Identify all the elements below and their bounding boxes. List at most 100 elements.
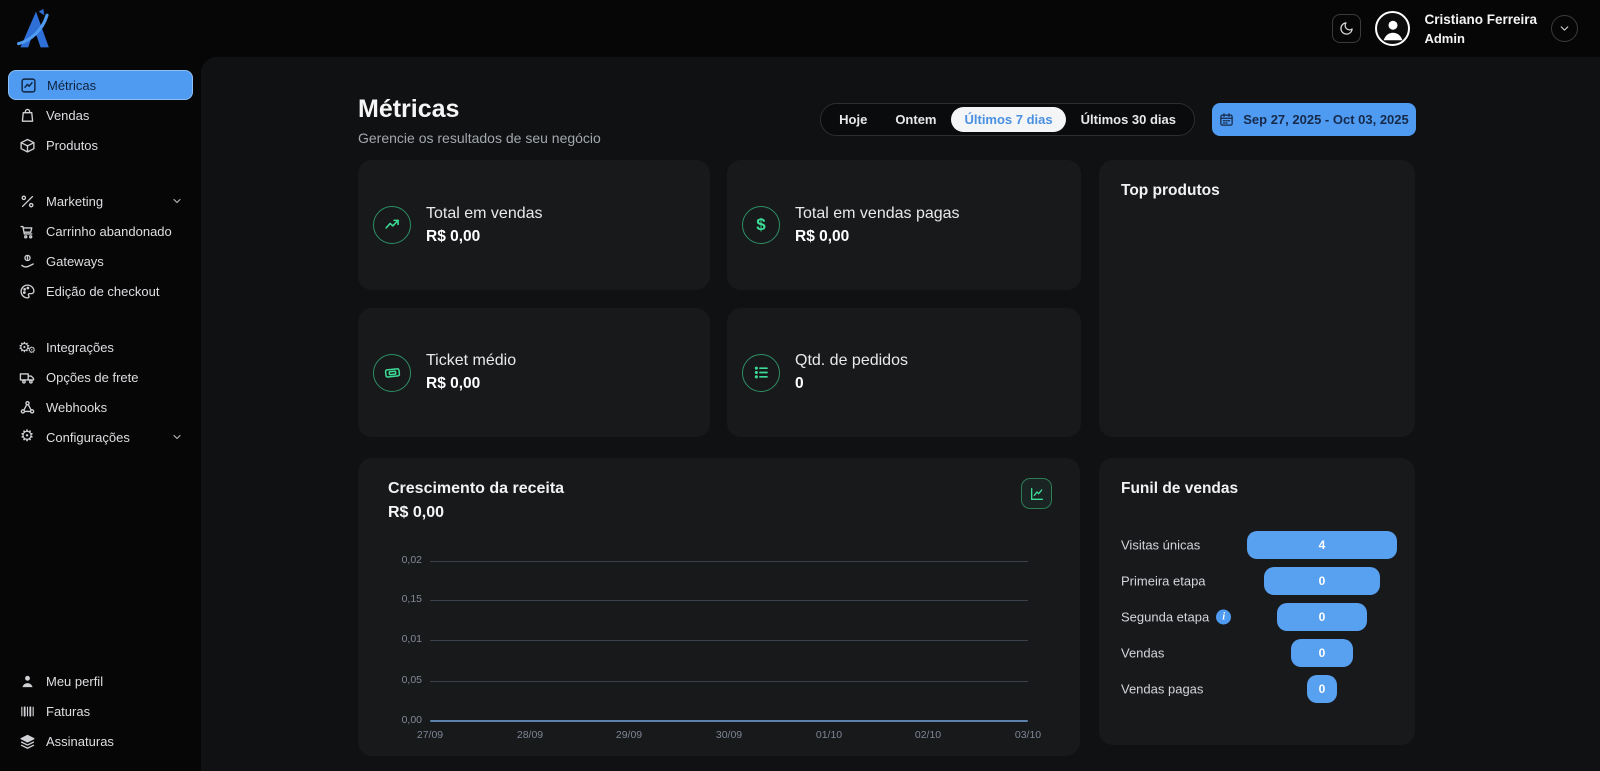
moon-icon [1340, 22, 1354, 35]
x-axis-tick: 03/10 [1014, 729, 1042, 741]
chart-type-button[interactable] [1021, 478, 1052, 509]
avg-ticket-card: Ticket médio R$ 0,00 [358, 308, 710, 437]
gridline [430, 640, 1028, 641]
x-axis-tick: 29/09 [615, 729, 643, 741]
metric-value: R$ 0,00 [795, 227, 850, 245]
sidebar-item-metricas[interactable]: Métricas [8, 70, 193, 100]
info-icon[interactable]: i [1216, 609, 1232, 625]
list-icon [742, 353, 780, 392]
sidebar-item-configuracoes[interactable]: ⚙ Configurações [8, 422, 193, 452]
user-info: Cristiano Ferreira Admin [1424, 10, 1537, 48]
sidebar-item-gateways[interactable]: Gateways [8, 246, 193, 276]
funnel-step-label: Visitas únicas [1121, 537, 1201, 553]
sidebar-item-produtos[interactable]: Produtos [8, 130, 193, 160]
y-axis-tick: 0,15 [401, 593, 422, 605]
chevron-down-icon [171, 195, 183, 207]
metric-value: 0 [795, 375, 804, 392]
user-role: Admin [1424, 30, 1465, 46]
filter-ontem-button[interactable]: Ontem [882, 107, 949, 132]
funnel-step-label: Vendas [1121, 645, 1165, 661]
sidebar-item-carrinho-abandonado[interactable]: Carrinho abandonado [8, 216, 193, 246]
chart-total-value: R$ 0,00 [388, 504, 445, 521]
sidebar-item-label: Integrações [46, 339, 114, 355]
sidebar-item-assinaturas[interactable]: Assinaturas [8, 726, 193, 756]
user-icon [18, 672, 36, 690]
percent-icon [18, 192, 36, 210]
app-logo-icon [17, 8, 49, 47]
layers-icon [18, 732, 36, 750]
funnel-title: Funil de vendas [1121, 480, 1239, 497]
sidebar-item-faturas[interactable]: Faturas [8, 696, 193, 726]
funnel-step-vendas: Vendas 0 [1099, 635, 1415, 671]
cart-icon [18, 222, 36, 240]
funnel-step-label: Vendas pagas [1121, 681, 1204, 697]
x-axis-tick: 30/09 [715, 729, 743, 741]
user-avatar[interactable] [1375, 11, 1411, 46]
y-axis-tick: 0,05 [401, 674, 422, 686]
funnel-bar: 0 [1264, 567, 1380, 595]
sidebar-item-label: Meu perfil [46, 673, 104, 689]
gears-icon: ⚙ ⚙ [18, 339, 36, 355]
dollar-icon: $ [742, 206, 780, 244]
sidebar-item-label: Gateways [46, 253, 104, 269]
metric-label: Qtd. de pedidos [795, 352, 908, 369]
sidebar-item-label: Marketing [46, 193, 104, 209]
sidebar-item-meu-perfil[interactable]: Meu perfil [8, 666, 193, 696]
orders-count-card: Qtd. de pedidos 0 [727, 308, 1081, 437]
webhook-icon [18, 398, 36, 416]
main-content: Métricas Gerencie os resultados de seu n… [201, 57, 1600, 771]
page-subtitle: Gerencie os resultados de seu negócio [358, 130, 601, 146]
sidebar-item-label: Configurações [46, 429, 130, 445]
barcode-icon [18, 702, 36, 720]
funnel-bar: 0 [1291, 639, 1353, 667]
theme-toggle-button[interactable] [1332, 14, 1362, 43]
line-chart-icon [1030, 487, 1043, 500]
funnel-bar: 0 [1277, 603, 1367, 631]
sidebar-item-label: Métricas [47, 77, 97, 93]
sidebar-item-label: Opções de frete [46, 369, 139, 385]
y-axis-tick: 0,02 [401, 554, 422, 566]
funnel-step-label-wrap: Segunda etapa i [1121, 609, 1232, 625]
date-range-label: Sep 27, 2025 - Oct 03, 2025 [1243, 112, 1409, 127]
sidebar-item-vendas[interactable]: Vendas [8, 100, 193, 130]
funnel-bar: 4 [1247, 531, 1397, 559]
filter-ultimos-7-dias-button[interactable]: Últimos 7 dias [951, 107, 1066, 132]
sidebar-item-integracoes[interactable]: ⚙ ⚙ Integrações [8, 332, 193, 362]
total-sales-card: Total em vendas R$ 0,00 [358, 160, 710, 290]
gridline [430, 600, 1028, 601]
top-products-card: Top produtos [1099, 160, 1415, 437]
metric-value: R$ 0,00 [426, 227, 481, 245]
sidebar-item-webhooks[interactable]: Webhooks [8, 392, 193, 422]
calendar-icon [1220, 113, 1233, 126]
user-menu-button[interactable] [1551, 15, 1578, 42]
ticket-icon [373, 353, 411, 392]
sidebar-item-edicao-de-checkout[interactable]: Edição de checkout [8, 276, 193, 306]
sidebar-item-marketing[interactable]: Marketing [8, 186, 193, 216]
funnel-step-visitas-unicas: Visitas únicas 4 [1099, 527, 1415, 563]
metric-label: Total em vendas [426, 204, 543, 222]
y-axis-tick: 0,01 [401, 633, 422, 645]
filter-ultimos-30-dias-button[interactable]: Últimos 30 dias [1068, 107, 1189, 132]
gridline [430, 681, 1028, 682]
truck-icon [18, 368, 36, 386]
sidebar-item-opcoes-de-frete[interactable]: Opções de frete [8, 362, 193, 392]
trending-up-icon [373, 206, 411, 244]
hand-dollar-icon [18, 252, 36, 270]
revenue-series-line [430, 720, 1028, 722]
x-axis-tick: 02/10 [914, 729, 942, 741]
date-range-button[interactable]: Sep 27, 2025 - Oct 03, 2025 [1212, 103, 1416, 136]
filter-hoje-button[interactable]: Hoje [826, 107, 880, 132]
x-axis-tick: 27/09 [416, 729, 444, 741]
funnel-step-label: Primeira etapa [1121, 573, 1206, 589]
metric-label: Ticket médio [426, 352, 517, 369]
user-name: Cristiano Ferreira [1424, 11, 1537, 27]
gridline [430, 561, 1028, 562]
topbar: Cristiano Ferreira Admin [0, 0, 1600, 57]
sidebar-item-label: Edição de checkout [46, 283, 160, 299]
sidebar-item-label: Webhooks [46, 399, 108, 415]
sidebar: Métricas Vendas Produtos Marketing Carri… [0, 57, 201, 771]
sidebar-bottom-group: Meu perfil Faturas Assinaturas [8, 666, 193, 756]
funnel-step-primeira-etapa: Primeira etapa 0 [1099, 563, 1415, 599]
sidebar-item-label: Carrinho abandonado [46, 223, 172, 239]
